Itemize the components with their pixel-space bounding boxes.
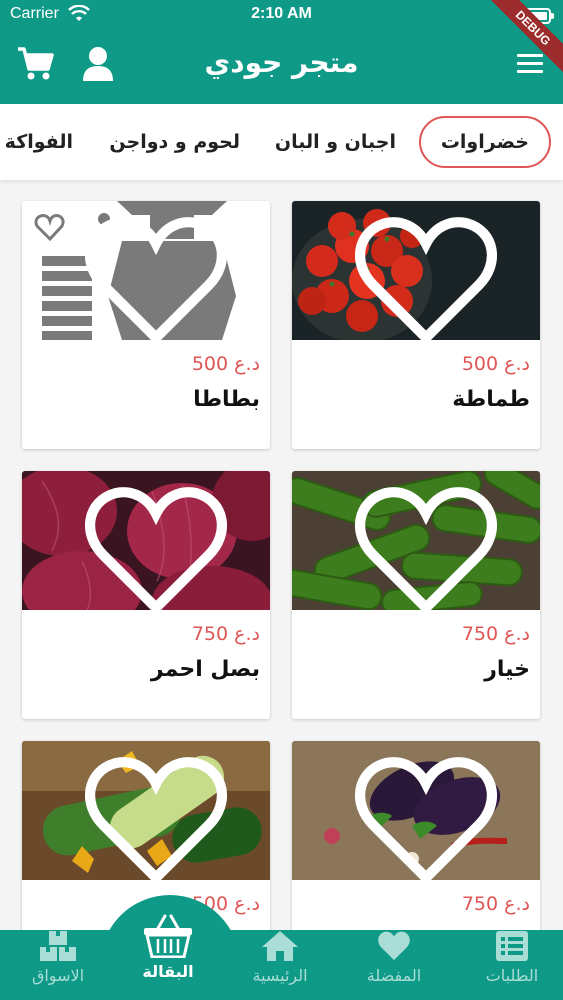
product-card-tomato[interactable]: 500 د.ع طماطة — [292, 201, 540, 449]
product-name: بطاطا — [193, 387, 260, 412]
favorite-heart-icon[interactable] — [302, 751, 540, 880]
product-image — [22, 741, 270, 880]
nav-label: الرئيسية — [252, 966, 308, 985]
category-tab-vegetables[interactable]: خضراوات — [418, 116, 551, 168]
nav-favorites[interactable]: المفضلة — [344, 930, 444, 985]
heart-icon — [378, 931, 410, 961]
product-card-potato[interactable]: 500 د.ع بطاطا — [22, 201, 270, 449]
product-name: طماطة — [452, 387, 530, 412]
nav-home[interactable]: الرئيسية — [230, 930, 330, 985]
product-price: 750 د.ع — [461, 623, 530, 645]
nav-grocery[interactable]: البقالة — [118, 914, 218, 981]
nav-markets[interactable]: الاسواق — [8, 930, 108, 985]
favorite-heart-icon[interactable] — [32, 751, 270, 880]
home-icon — [262, 931, 298, 961]
product-price: 500 د.ع — [191, 353, 260, 375]
category-tab-meat[interactable]: لحوم و دواجن — [109, 116, 240, 168]
page-title: متجر جودي — [204, 46, 359, 79]
nav-label: الطلبات — [485, 966, 539, 985]
nav-orders[interactable]: الطلبات — [462, 930, 562, 985]
product-price: 750 د.ع — [461, 893, 530, 915]
menu-icon[interactable] — [517, 54, 543, 76]
product-name: خيار — [484, 657, 530, 682]
boxes-icon — [40, 931, 76, 961]
status-time: 2:10 AM — [251, 5, 312, 22]
app-bar: متجر جودي — [0, 30, 563, 104]
product-image — [292, 201, 540, 340]
category-tab-dairy[interactable]: اجبان و البان — [275, 116, 396, 168]
favorite-heart-icon[interactable] — [302, 211, 540, 340]
nav-label: المفضلة — [366, 966, 422, 985]
status-bar: Carrier 2:10 AM — [0, 0, 563, 30]
product-price: 500 د.ع — [461, 353, 530, 375]
list-icon — [496, 931, 528, 961]
nav-label: الاسواق — [31, 966, 85, 985]
product-image — [292, 741, 540, 880]
basket-icon — [144, 914, 192, 958]
category-bar: خضراوات اجبان و البان لحوم و دواجن الفوا… — [0, 104, 563, 180]
product-card-red-onion[interactable]: 750 د.ع بصل احمر — [22, 471, 270, 719]
product-image — [22, 471, 270, 610]
favorite-heart-icon[interactable] — [32, 481, 270, 610]
favorite-heart-icon[interactable] — [32, 211, 270, 340]
category-tab-fruits[interactable]: الفواكة — [5, 116, 73, 168]
product-price: 750 د.ع — [191, 623, 260, 645]
product-image — [22, 201, 270, 340]
product-card-cucumber[interactable]: 750 د.ع خيار — [292, 471, 540, 719]
product-name: بصل احمر — [150, 657, 260, 682]
favorite-heart-icon[interactable] — [302, 481, 540, 610]
product-image — [292, 471, 540, 610]
nav-label: البقالة — [142, 962, 194, 981]
